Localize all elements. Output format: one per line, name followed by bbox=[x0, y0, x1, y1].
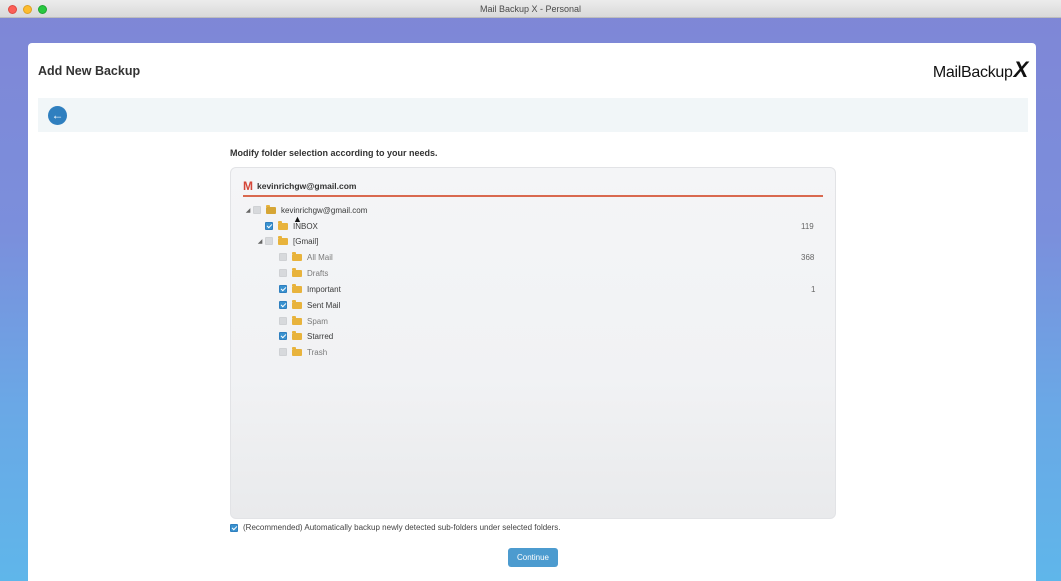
checkbox[interactable] bbox=[253, 206, 261, 214]
tree-item-drafts[interactable]: Drafts bbox=[279, 266, 328, 280]
close-window-button[interactable] bbox=[8, 5, 17, 14]
arrow-left-icon: ← bbox=[51, 108, 64, 122]
continue-button[interactable]: Continue bbox=[508, 548, 558, 567]
logo-text: MailBackup bbox=[932, 64, 1013, 81]
tree-item-label: Drafts bbox=[307, 268, 329, 278]
page-title: Add New Backup bbox=[38, 64, 141, 78]
tree-item-label: Spam bbox=[307, 316, 328, 326]
tree-item-important[interactable]: Important bbox=[279, 282, 341, 296]
tree-item-sent-mail[interactable]: Sent Mail bbox=[279, 298, 340, 312]
tree-item-spam[interactable]: Spam bbox=[279, 314, 328, 328]
folder-icon bbox=[278, 220, 288, 230]
gmail-icon: M bbox=[243, 179, 253, 193]
checkbox[interactable] bbox=[279, 317, 287, 325]
logo-mark: X bbox=[1013, 57, 1029, 82]
recommended-label: (Recommended) Automatically backup newly… bbox=[243, 523, 561, 532]
window-title: Mail Backup X - Personal bbox=[479, 3, 582, 14]
message-count: 368 bbox=[801, 253, 815, 262]
checkbox[interactable] bbox=[279, 301, 287, 309]
folder-icon bbox=[292, 315, 302, 325]
checkbox[interactable] bbox=[265, 237, 273, 245]
checkbox[interactable] bbox=[279, 253, 287, 261]
divider bbox=[243, 195, 823, 197]
folder-icon bbox=[292, 346, 302, 356]
message-count: 119 bbox=[801, 222, 814, 231]
minimize-window-button[interactable] bbox=[23, 5, 32, 14]
expand-caret-icon[interactable]: ◢ bbox=[255, 238, 265, 245]
tree-item-root[interactable]: ◢ kevinrichgw@gmail.com bbox=[243, 203, 367, 217]
tree-item-label: Starred bbox=[307, 331, 334, 341]
mouse-pointer-icon: ▲ bbox=[293, 214, 302, 224]
tree-item-trash[interactable]: Trash bbox=[279, 345, 327, 359]
tree-item-all-mail[interactable]: All Mail bbox=[279, 250, 333, 264]
checkbox[interactable] bbox=[279, 269, 287, 277]
maximize-window-button[interactable] bbox=[38, 5, 47, 14]
tree-item-label: Important bbox=[307, 284, 341, 294]
main-panel: Add New Backup MailBackupX ← Modify fold… bbox=[28, 43, 1036, 581]
folder-tree-panel: M kevinrichgw@gmail.com ◢ kevinrichgw@gm… bbox=[230, 167, 836, 519]
folder-icon bbox=[292, 330, 302, 340]
checkbox[interactable] bbox=[230, 523, 238, 532]
tree-item-label: Sent Mail bbox=[307, 300, 341, 310]
window-controls bbox=[8, 5, 47, 14]
folder-icon bbox=[292, 299, 302, 309]
message-count: 1 bbox=[811, 285, 816, 294]
folder-icon bbox=[292, 267, 302, 277]
tree-item-label: [Gmail] bbox=[293, 236, 319, 246]
tree-item-label: Trash bbox=[307, 347, 328, 357]
checkbox[interactable] bbox=[279, 348, 287, 356]
tree-item-gmail[interactable]: ◢ [Gmail] bbox=[255, 234, 318, 248]
app-logo: MailBackupX bbox=[933, 57, 1028, 83]
instruction-text: Modify folder selection according to you… bbox=[230, 148, 438, 158]
back-button[interactable]: ← bbox=[48, 106, 67, 125]
folder-icon bbox=[292, 283, 302, 293]
toolbar: ← bbox=[38, 98, 1028, 132]
checkbox[interactable] bbox=[279, 332, 287, 340]
account-header: M kevinrichgw@gmail.com bbox=[243, 179, 357, 193]
expand-caret-icon[interactable]: ◢ bbox=[243, 207, 253, 214]
folder-icon bbox=[292, 251, 302, 261]
window-titlebar: Mail Backup X - Personal bbox=[0, 0, 1061, 18]
recommended-option[interactable]: (Recommended) Automatically backup newly… bbox=[230, 523, 561, 532]
folder-icon bbox=[266, 204, 276, 214]
account-email: kevinrichgw@gmail.com bbox=[257, 181, 357, 191]
checkbox[interactable] bbox=[279, 285, 287, 293]
tree-item-label: All Mail bbox=[307, 252, 333, 262]
tree-item-inbox[interactable]: INBOX bbox=[265, 219, 318, 233]
folder-icon bbox=[278, 235, 288, 245]
tree-item-starred[interactable]: Starred bbox=[279, 329, 333, 343]
checkbox[interactable] bbox=[265, 222, 273, 230]
